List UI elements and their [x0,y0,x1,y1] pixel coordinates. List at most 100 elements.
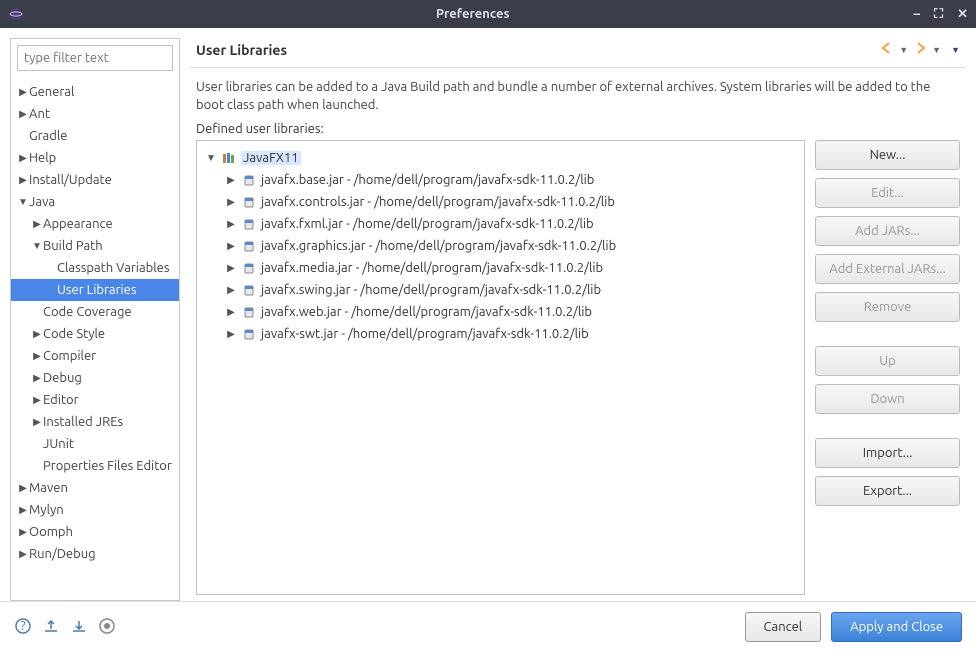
jar-label: javafx-swt.jar - /home/dell/program/java… [261,327,589,341]
up-button[interactable]: Up [815,346,960,376]
library-icon [221,150,237,166]
preferences-sidebar: ▶General▶Ant▶Gradle▶Help▶Install/Update▼… [10,38,180,601]
chevron-right-icon: ▶ [17,482,29,494]
nav-item-mylyn[interactable]: ▶Mylyn [11,499,179,521]
jar-item[interactable]: ▶javafx.controls.jar - /home/dell/progra… [201,191,800,213]
nav-item-label: Oomph [29,525,73,539]
jar-item[interactable]: ▶javafx.swing.jar - /home/dell/program/j… [201,279,800,301]
forward-dropdown-icon[interactable]: ▼ [932,45,941,55]
nav-item-code-style[interactable]: ▶Code Style [11,323,179,345]
svg-text:?: ? [20,619,25,633]
chevron-right-icon: ▶ [225,328,237,340]
nav-item-label: Debug [43,371,82,385]
nav-item-junit[interactable]: ▶JUnit [11,433,179,455]
nav-item-java[interactable]: ▼Java [11,191,179,213]
jar-item[interactable]: ▶ javafx.base.jar - /home/dell/program/ja… [201,169,800,191]
nav-item-install-update[interactable]: ▶Install/Update [11,169,179,191]
chevron-right-icon: ▶ [31,328,43,340]
nav-item-debug[interactable]: ▶Debug [11,367,179,389]
jar-icon [241,260,257,276]
remove-button[interactable]: Remove [815,292,960,322]
nav-item-gradle[interactable]: ▶Gradle [11,125,179,147]
nav-item-general[interactable]: ▶General [11,81,179,103]
jar-label: javafx.graphics.jar - /home/dell/program… [261,239,616,253]
nav-item-label: Build Path [43,239,103,253]
library-root[interactable]: ▼JavaFX11 [201,147,800,169]
jar-item[interactable]: ▶ javafx.web.jar - /home/dell/program/jav… [201,301,800,323]
library-tree[interactable]: ▼JavaFX11 ▶ javafx.base.jar - /home/dell/p… [196,140,805,595]
page-body: User libraries can be added to a Java Bu… [190,68,966,601]
back-icon[interactable] [879,41,895,58]
nav-item-run-debug[interactable]: ▶Run/Debug [11,543,179,565]
nav-item-maven[interactable]: ▶Maven [11,477,179,499]
forward-icon[interactable] [912,41,928,58]
nav-item-help[interactable]: ▶Help [11,147,179,169]
chevron-right-icon: ▶ [31,350,43,362]
jar-item[interactable]: ▶javafx.fxml.jar - /home/dell/program/ja… [201,213,800,235]
export-prefs-icon[interactable] [70,617,88,638]
filter-input[interactable] [17,45,173,71]
import-button[interactable]: Import... [815,438,960,468]
nav-item-label: Help [29,151,56,165]
new-button[interactable]: New... [815,140,960,170]
apply-and-close-button[interactable]: Apply and Close [831,612,962,642]
close-icon[interactable]: ✕ [957,7,968,22]
jar-label: javafx.base.jar - /home/dell/program/jav… [261,173,594,187]
minimize-icon[interactable]: – [913,7,920,22]
nav-item-oomph[interactable]: ▶Oomph [11,521,179,543]
jar-item[interactable]: ▶javafx.media.jar - /home/dell/program/j… [201,257,800,279]
nav-item-label: Run/Debug [29,547,96,561]
nav-item-label: Installed JREs [43,415,123,429]
jar-label: javafx.web.jar - /home/dell/program/java… [261,305,592,319]
chevron-right-icon: ▶ [225,218,237,230]
maximize-icon[interactable]: ⛶ [934,7,943,22]
export-button[interactable]: Export... [815,476,960,506]
chevron-right-icon: ▶ [17,504,29,516]
edit-button[interactable]: Edit... [815,178,960,208]
down-button[interactable]: Down [815,384,960,414]
nav-item-code-coverage[interactable]: ▶Code Coverage [11,301,179,323]
import-prefs-icon[interactable] [42,617,60,638]
dialog-footer: ? Cancel Apply and Close [0,601,976,656]
add-external-jars-button[interactable]: Add External JARs... [815,254,960,284]
jar-icon [241,194,257,210]
nav-item-label: Code Coverage [43,305,132,319]
jar-icon [241,216,257,232]
chevron-down-icon: ▼ [205,152,217,164]
nav-item-user-libraries[interactable]: ▶User Libraries [11,279,179,301]
back-dropdown-icon[interactable]: ▼ [899,45,908,55]
nav-item-label: Editor [43,393,79,407]
jar-item[interactable]: ▶ javafx-swt.jar - /home/dell/program/jav… [201,323,800,345]
library-buttons: New... Edit... Add JARs... Add External … [815,140,960,595]
nav-item-label: JUnit [43,437,74,451]
jar-item[interactable]: ▶javafx.graphics.jar - /home/dell/progra… [201,235,800,257]
nav-item-compiler[interactable]: ▶Compiler [11,345,179,367]
nav-item-label: Compiler [43,349,96,363]
oomph-record-icon[interactable] [98,617,116,638]
chevron-right-icon: ▶ [17,174,29,186]
nav-item-label: Java [29,195,55,209]
content-area: ▶General▶Ant▶Gradle▶Help▶Install/Update▼… [0,28,976,601]
nav-item-ant[interactable]: ▶Ant [11,103,179,125]
nav-item-label: Mylyn [29,503,64,517]
page-header: User Libraries ▼ ▼ ▼ [190,38,966,68]
chevron-right-icon: ▶ [225,174,237,186]
chevron-right-icon: ▶ [17,526,29,538]
titlebar: Preferences – ⛶ ✕ [0,0,976,28]
nav-item-appearance[interactable]: ▶Appearance [11,213,179,235]
help-icon[interactable]: ? [14,617,32,638]
chevron-down-icon: ▼ [31,240,43,252]
nav-tree[interactable]: ▶General▶Ant▶Gradle▶Help▶Install/Update▼… [11,77,179,600]
cancel-button[interactable]: Cancel [745,612,822,642]
add-jars-button[interactable]: Add JARs... [815,216,960,246]
nav-item-installed-jres[interactable]: ▶Installed JREs [11,411,179,433]
menu-dropdown-icon[interactable]: ▼ [951,45,960,55]
nav-item-editor[interactable]: ▶Editor [11,389,179,411]
nav-item-classpath-variables[interactable]: ▶Classpath Variables [11,257,179,279]
nav-item-properties-files-editor[interactable]: ▶Properties Files Editor [11,455,179,477]
jar-icon [241,238,257,254]
nav-item-label: Install/Update [29,173,112,187]
chevron-right-icon: ▶ [225,306,237,318]
nav-item-build-path[interactable]: ▼Build Path [11,235,179,257]
nav-item-label: Gradle [29,129,67,143]
